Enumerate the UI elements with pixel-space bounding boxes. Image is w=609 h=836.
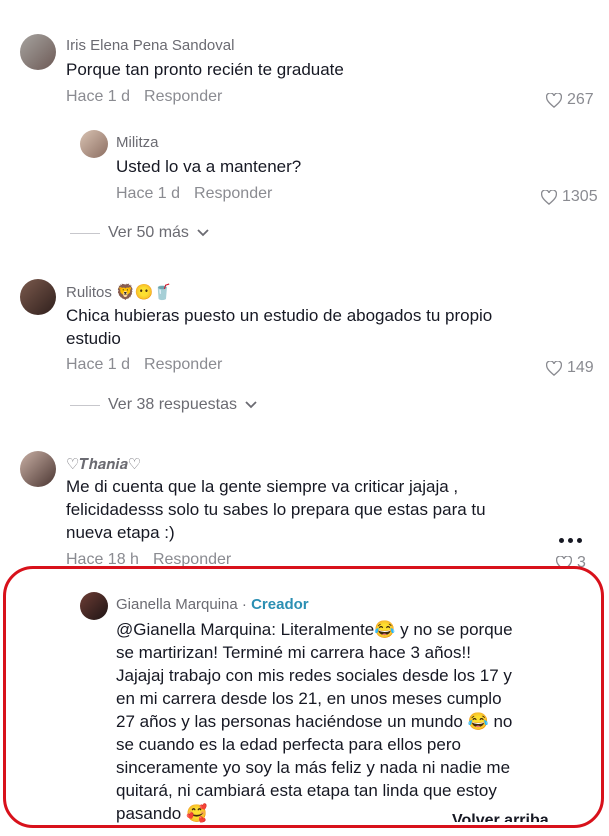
heart-icon: [541, 189, 557, 205]
comment-text-line: en mi carrera desde los 21, en unos mese…: [116, 689, 502, 708]
separator: ·: [237, 596, 252, 613]
comment-time: Hace 1 d: [116, 185, 181, 202]
comment-meta: Hace 1 d Responder: [66, 88, 222, 106]
comment-time: Hace 1 d: [66, 356, 131, 373]
creator-badge: Creador: [251, 596, 309, 613]
like-button[interactable]: 1305: [541, 188, 598, 206]
avatar[interactable]: [20, 34, 56, 70]
avatar[interactable]: [20, 451, 56, 487]
comment-text: @Gianella Marquina: Literalmente😂 y no s…: [116, 618, 596, 825]
avatar[interactable]: [20, 279, 56, 315]
comment-text-line: quitará, ni cambiará esta etapa tan lind…: [116, 781, 497, 800]
comment-text-line: estudio: [66, 329, 121, 348]
like-count: 1305: [562, 188, 598, 205]
comment-meta: Hace 1 d Responder: [66, 356, 222, 374]
comment-text: Me di cuenta que la gente siempre va cri…: [66, 475, 586, 544]
comment-text-line: Me di cuenta que la gente siempre va cri…: [66, 477, 459, 496]
dot: [559, 538, 564, 543]
view-more-replies[interactable]: Ver 50 más: [70, 224, 209, 242]
comment-text-line: nueva etapa :): [66, 523, 175, 542]
comment-username[interactable]: Militza: [116, 134, 159, 151]
comment-username: Gianella Marquina · Creador: [116, 596, 309, 613]
comment-text-line: Jajajaj trabajo con mis redes sociales d…: [116, 666, 512, 685]
avatar[interactable]: [80, 130, 108, 158]
more-options-button[interactable]: [559, 538, 582, 543]
comment-meta: Hace 1 d Responder: [116, 185, 272, 203]
like-button[interactable]: 149: [546, 359, 594, 377]
view-more-replies[interactable]: Ver 38 respuestas: [70, 396, 257, 414]
comment-text-line: Chica hubieras puesto un estudio de abog…: [66, 306, 493, 325]
comment-time: Hace 1 d: [66, 88, 131, 105]
comment-username[interactable]: Iris Elena Pena Sandoval: [66, 37, 234, 54]
comment-text-line: felicidadesss solo tu sabes lo prepara q…: [66, 500, 486, 519]
dot: [568, 538, 573, 543]
view-more-label: Ver 38 respuestas: [108, 396, 237, 413]
divider: [70, 232, 100, 234]
back-to-top-button[interactable]: Volver arriba: [452, 812, 549, 822]
like-button[interactable]: 267: [546, 91, 594, 109]
comment-text-line: 27 años y las personas haciéndose un mun…: [116, 712, 513, 731]
like-count: 149: [567, 359, 594, 376]
reply-button[interactable]: Responder: [144, 356, 222, 373]
back-to-top-label: Volver arriba: [452, 812, 549, 822]
reply-button[interactable]: Responder: [144, 88, 222, 105]
avatar[interactable]: [80, 592, 108, 620]
divider: [70, 404, 100, 406]
view-more-label: Ver 50 más: [108, 224, 189, 241]
comment-text: Porque tan pronto recién te graduate: [66, 60, 344, 79]
comment-text: Chica hubieras puesto un estudio de abog…: [66, 304, 586, 350]
reply-button[interactable]: Responder: [194, 185, 272, 202]
chevron-down-icon: [245, 401, 257, 409]
like-count: 267: [567, 91, 594, 108]
comment-username[interactable]: ♡𝑻𝒉𝒂𝒏𝒊𝒂♡: [66, 455, 141, 473]
creator-name[interactable]: Gianella Marquina: [116, 596, 238, 613]
dot: [577, 538, 582, 543]
comment-text: Usted lo va a mantener?: [116, 157, 302, 176]
heart-icon: [546, 92, 562, 108]
chevron-down-icon: [197, 229, 209, 237]
comment-username[interactable]: Rulitos 🦁😶🥤: [66, 283, 172, 301]
comment-text-line: @Gianella Marquina: Literalmente😂 y no s…: [116, 620, 513, 639]
comment-text-line: se martirizan! Terminé mi carrera hace 3…: [116, 643, 471, 662]
comment-text-line: sinceramente yo soy la más feliz y nada …: [116, 758, 511, 777]
heart-icon: [546, 360, 562, 376]
comment-text-line: se cuando es la edad perfecta para ellos…: [116, 735, 461, 754]
